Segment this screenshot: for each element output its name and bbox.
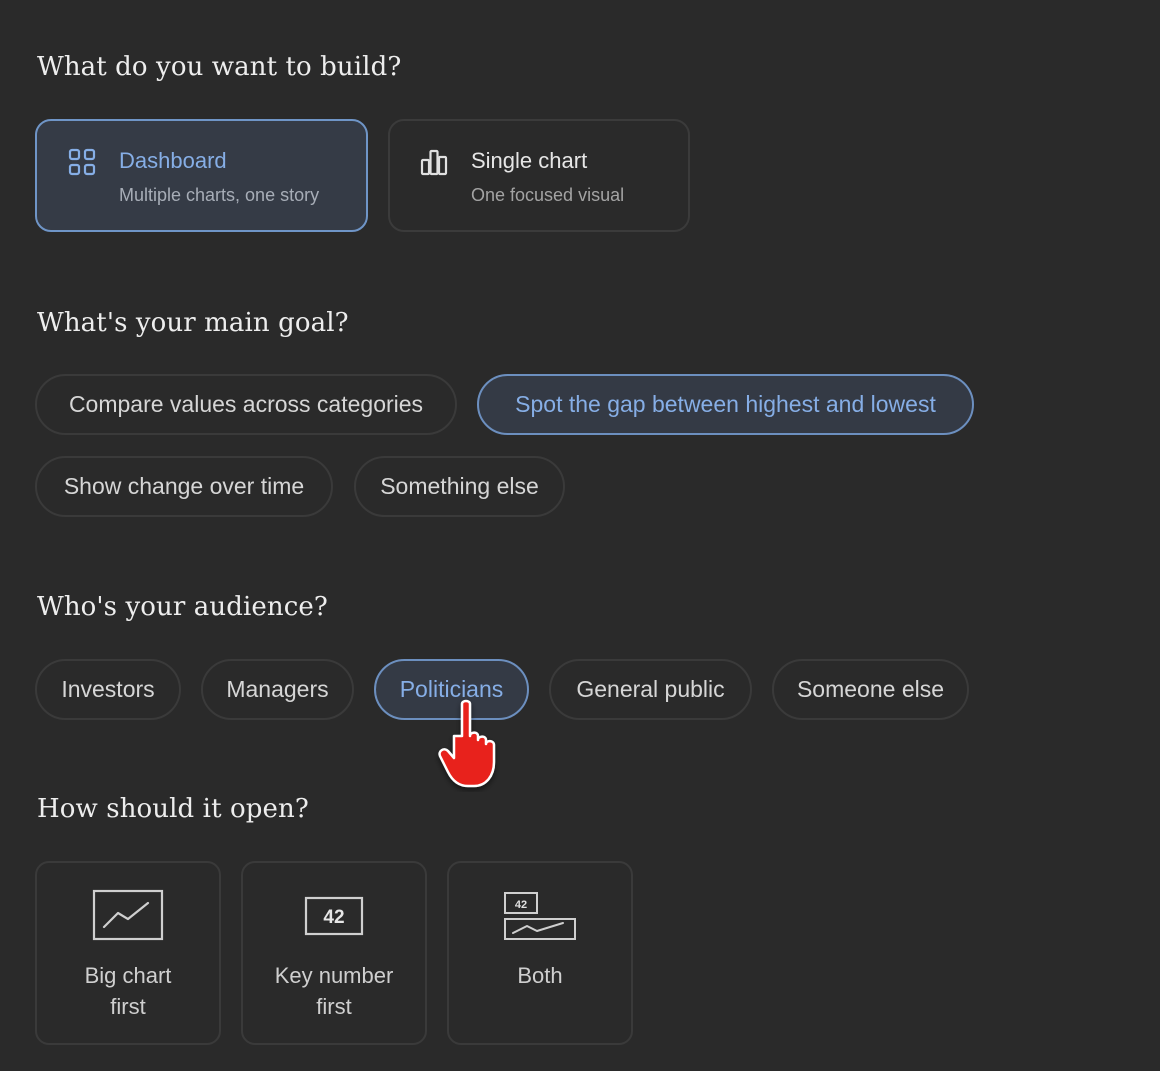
audience-option-someone-else[interactable]: Someone else xyxy=(772,659,969,720)
audience-heading: Who's your audience? xyxy=(37,592,328,622)
goal-heading: What's your main goal? xyxy=(37,308,349,338)
grid-icon xyxy=(68,148,96,176)
goal-option-spot-gap[interactable]: Spot the gap between highest and lowest xyxy=(477,374,974,435)
bar-chart-icon xyxy=(420,149,448,176)
audience-option-politicians[interactable]: Politicians xyxy=(374,659,529,720)
goal-option-something-else[interactable]: Something else xyxy=(354,456,565,517)
dashboard-title: Dashboard xyxy=(119,148,227,173)
open-option-key-number[interactable]: 42 Key number first xyxy=(241,861,427,1045)
open-option-big-chart[interactable]: Big chart first xyxy=(35,861,221,1045)
key-number-icon-text: 42 xyxy=(323,907,344,928)
audience-option-general-public[interactable]: General public xyxy=(549,659,752,720)
single-chart-subtitle: One focused visual xyxy=(471,185,625,205)
goal-option-compare[interactable]: Compare values across categories xyxy=(35,374,457,435)
both-icon-number-text: 42 xyxy=(515,899,527,911)
open-heading: How should it open? xyxy=(37,794,309,824)
open-option-both[interactable]: 42 Both xyxy=(447,861,633,1045)
open-option-big-chart-label: Big chart first xyxy=(84,963,172,1019)
number-and-chart-icon: 42 xyxy=(504,892,576,940)
build-heading: What do you want to build? xyxy=(37,52,402,82)
dashboard-option[interactable]: Dashboard Multiple charts, one story xyxy=(35,119,368,232)
single-chart-option[interactable]: Single chart One focused visual xyxy=(388,119,690,232)
line-chart-icon xyxy=(92,889,164,941)
open-option-key-number-label: Key number first xyxy=(274,963,394,1019)
key-number-icon: 42 xyxy=(304,896,364,936)
dashboard-subtitle: Multiple charts, one story xyxy=(119,185,320,205)
open-option-both-label: Both xyxy=(517,963,563,988)
single-chart-title: Single chart xyxy=(471,148,588,173)
audience-option-investors[interactable]: Investors xyxy=(35,659,181,720)
goal-option-change-over-time[interactable]: Show change over time xyxy=(35,456,333,517)
audience-option-managers[interactable]: Managers xyxy=(201,659,354,720)
